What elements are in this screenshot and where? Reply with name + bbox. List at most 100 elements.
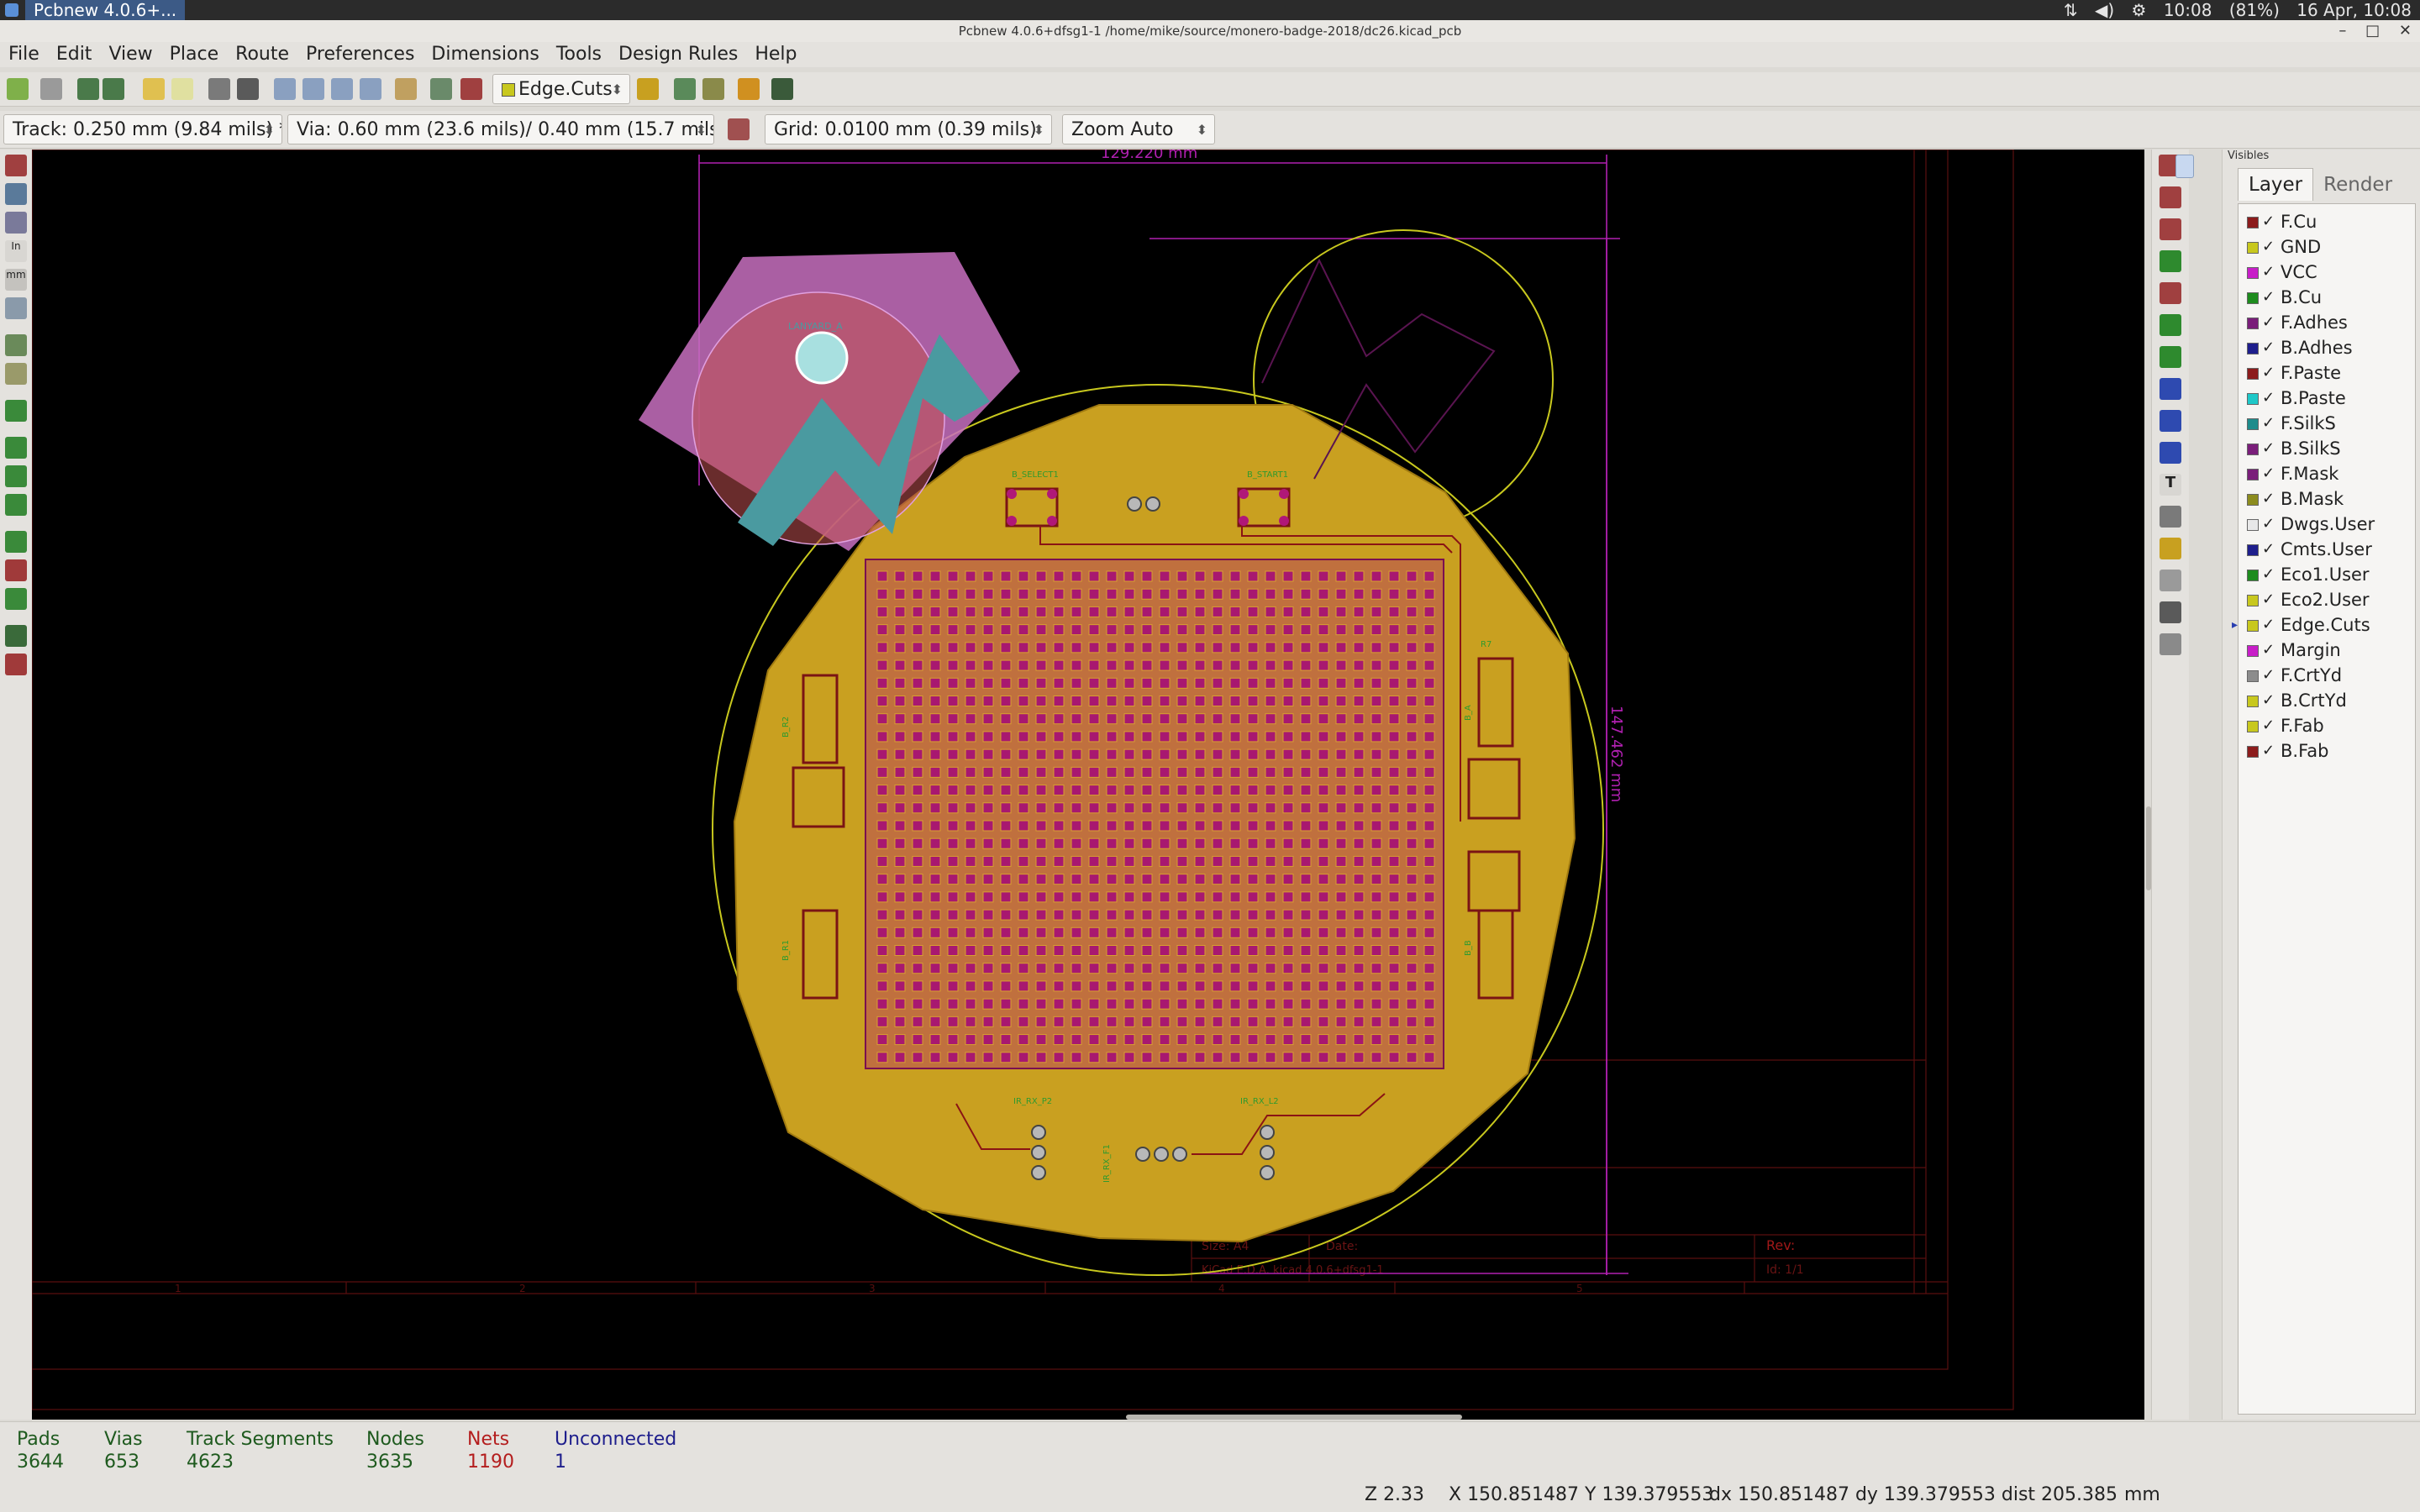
add-via-icon[interactable] <box>2160 282 2181 304</box>
grid-select[interactable]: Grid: 0.0100 mm (0.39 mils) ⬍ <box>765 114 1052 144</box>
save-copy-icon[interactable] <box>103 78 124 100</box>
layer-color-swatch[interactable] <box>2247 318 2259 329</box>
settings-icon[interactable]: ⚙ <box>2132 0 2147 20</box>
layer-visible-checkbox[interactable]: ✓ <box>2262 209 2275 234</box>
drill-origin-icon[interactable] <box>2160 601 2181 623</box>
via-size-select[interactable]: Via: 0.60 mm (23.6 mils)/ 0.40 mm (15.7 … <box>287 114 714 144</box>
select-arrow-icon[interactable] <box>2175 155 2194 178</box>
layer-color-swatch[interactable] <box>2247 418 2259 430</box>
layer-row[interactable]: ✓ F.SilkS <box>2238 411 2415 436</box>
save-board-icon[interactable] <box>77 78 99 100</box>
layer-visible-checkbox[interactable]: ✓ <box>2262 436 2275 461</box>
layer-color-swatch[interactable] <box>2247 595 2259 606</box>
high-contrast-icon[interactable] <box>5 625 27 647</box>
menu-place[interactable]: Place <box>161 42 228 67</box>
layer-visible-checkbox[interactable]: ✓ <box>2262 486 2275 512</box>
menu-design-rules[interactable]: Design Rules <box>610 42 746 67</box>
layer-pair-icon[interactable] <box>637 78 659 100</box>
layer-row[interactable]: ✓ B.Paste <box>2238 386 2415 411</box>
layer-visible-checkbox[interactable]: ✓ <box>2262 738 2275 764</box>
local-ratsnest-icon[interactable] <box>2160 186 2181 208</box>
layer-row[interactable]: ✓ F.Fab <box>2238 713 2415 738</box>
menu-file[interactable]: File <box>0 42 48 67</box>
add-circle-icon[interactable] <box>2160 410 2181 432</box>
units-mm-icon[interactable]: mm <box>5 269 27 291</box>
maximize-icon[interactable]: □ <box>2365 22 2380 39</box>
zone-display-icon[interactable] <box>5 437 27 459</box>
layer-row[interactable]: ✓ B.Fab <box>2238 738 2415 764</box>
layer-row[interactable]: ✓ F.Cu <box>2238 209 2415 234</box>
layer-row[interactable]: ✓ B.CrtYd <box>2238 688 2415 713</box>
microwave-tools-icon[interactable] <box>5 654 27 675</box>
layer-visible-checkbox[interactable]: ✓ <box>2262 562 2275 587</box>
taskbar-item-pcbnew[interactable]: Pcbnew 4.0.6+... <box>25 0 186 20</box>
layer-color-swatch[interactable] <box>2247 242 2259 254</box>
add-line-icon[interactable] <box>2160 378 2181 400</box>
layer-color-swatch[interactable] <box>2247 746 2259 758</box>
layer-row[interactable]: ✓ F.Adhes <box>2238 310 2415 335</box>
layer-row[interactable]: ✓ VCC <box>2238 260 2415 285</box>
menu-preferences[interactable]: Preferences <box>297 42 423 67</box>
layer-row[interactable]: ✓ GND <box>2238 234 2415 260</box>
layer-color-swatch[interactable] <box>2247 393 2259 405</box>
auto-place-icon[interactable] <box>702 78 724 100</box>
zoom-fit-icon[interactable] <box>360 78 381 100</box>
layer-color-swatch[interactable] <box>2247 292 2259 304</box>
layer-visible-checkbox[interactable]: ✓ <box>2262 234 2275 260</box>
route-track-icon[interactable] <box>2160 250 2181 272</box>
module-ratsnest-icon[interactable] <box>5 363 27 385</box>
grid-toggle-icon[interactable] <box>5 183 27 205</box>
menu-tools[interactable]: Tools <box>548 42 610 67</box>
volume-icon[interactable]: ◀) <box>2095 0 2114 20</box>
layer-visible-checkbox[interactable]: ✓ <box>2262 587 2275 612</box>
layer-color-swatch[interactable] <box>2247 721 2259 732</box>
zone-outline-icon[interactable] <box>5 465 27 487</box>
add-text-icon[interactable]: T <box>2160 474 2181 496</box>
layer-row[interactable]: ✓ B.Cu <box>2238 285 2415 310</box>
drc-icon[interactable] <box>460 78 482 100</box>
layer-row[interactable]: ✓ F.CrtYd <box>2238 663 2415 688</box>
layer-color-swatch[interactable] <box>2247 217 2259 228</box>
new-board-icon[interactable] <box>7 78 29 100</box>
horizontal-scrollbar[interactable] <box>1126 1415 1462 1420</box>
pad-sketch-icon[interactable] <box>5 531 27 553</box>
layer-row[interactable]: ▸ ✓ Edge.Cuts <box>2232 612 2415 638</box>
zoom-select[interactable]: Zoom Auto ⬍ <box>1062 114 1215 144</box>
layer-visible-checkbox[interactable]: ✓ <box>2262 512 2275 537</box>
layer-visible-checkbox[interactable]: ✓ <box>2262 638 2275 663</box>
auto-delete-track-icon[interactable] <box>5 400 27 422</box>
network-icon[interactable]: ⇅ <box>2064 0 2078 20</box>
layer-color-swatch[interactable] <box>2247 620 2259 632</box>
layer-color-swatch[interactable] <box>2247 544 2259 556</box>
menu-route[interactable]: Route <box>227 42 297 67</box>
netlist-icon[interactable] <box>430 78 452 100</box>
minimize-icon[interactable]: – <box>2338 22 2346 39</box>
layer-visible-checkbox[interactable]: ✓ <box>2262 537 2275 562</box>
pcb-canvas[interactable]: 1 2 3 4 5 Size: A4 Date: KiCad E.D.A. ki… <box>32 150 2144 1420</box>
layer-color-swatch[interactable] <box>2247 469 2259 480</box>
scripting-console-icon[interactable] <box>771 78 793 100</box>
layer-visible-checkbox[interactable]: ✓ <box>2262 663 2275 688</box>
zone-fill-icon[interactable] <box>5 494 27 516</box>
layer-row[interactable]: ✓ F.Paste <box>2238 360 2415 386</box>
auto-track-width-icon[interactable] <box>728 118 750 140</box>
tab-render[interactable]: Render <box>2313 169 2402 201</box>
zoom-in-icon[interactable] <box>274 78 296 100</box>
add-footprint-icon[interactable] <box>2160 218 2181 240</box>
print-icon[interactable] <box>208 78 230 100</box>
layer-row[interactable]: ✓ Eco1.User <box>2238 562 2415 587</box>
layer-row[interactable]: ✓ Eco2.User <box>2238 587 2415 612</box>
layer-color-swatch[interactable] <box>2247 267 2259 279</box>
layer-color-swatch[interactable] <box>2247 368 2259 380</box>
layer-color-swatch[interactable] <box>2247 494 2259 506</box>
layer-row[interactable]: ✓ Dwgs.User <box>2238 512 2415 537</box>
add-zone-icon[interactable] <box>2160 314 2181 336</box>
add-target-icon[interactable] <box>2160 538 2181 559</box>
layer-color-swatch[interactable] <box>2247 696 2259 707</box>
find-icon[interactable] <box>395 78 417 100</box>
layer-select[interactable]: Edge.Cuts ⬍ <box>492 74 630 104</box>
track-width-select[interactable]: Track: 0.250 mm (9.84 mils) * ⬍ <box>3 114 282 144</box>
layer-visible-checkbox[interactable]: ✓ <box>2262 335 2275 360</box>
add-dimension-icon[interactable] <box>2160 506 2181 528</box>
autoroute-icon[interactable] <box>738 78 760 100</box>
